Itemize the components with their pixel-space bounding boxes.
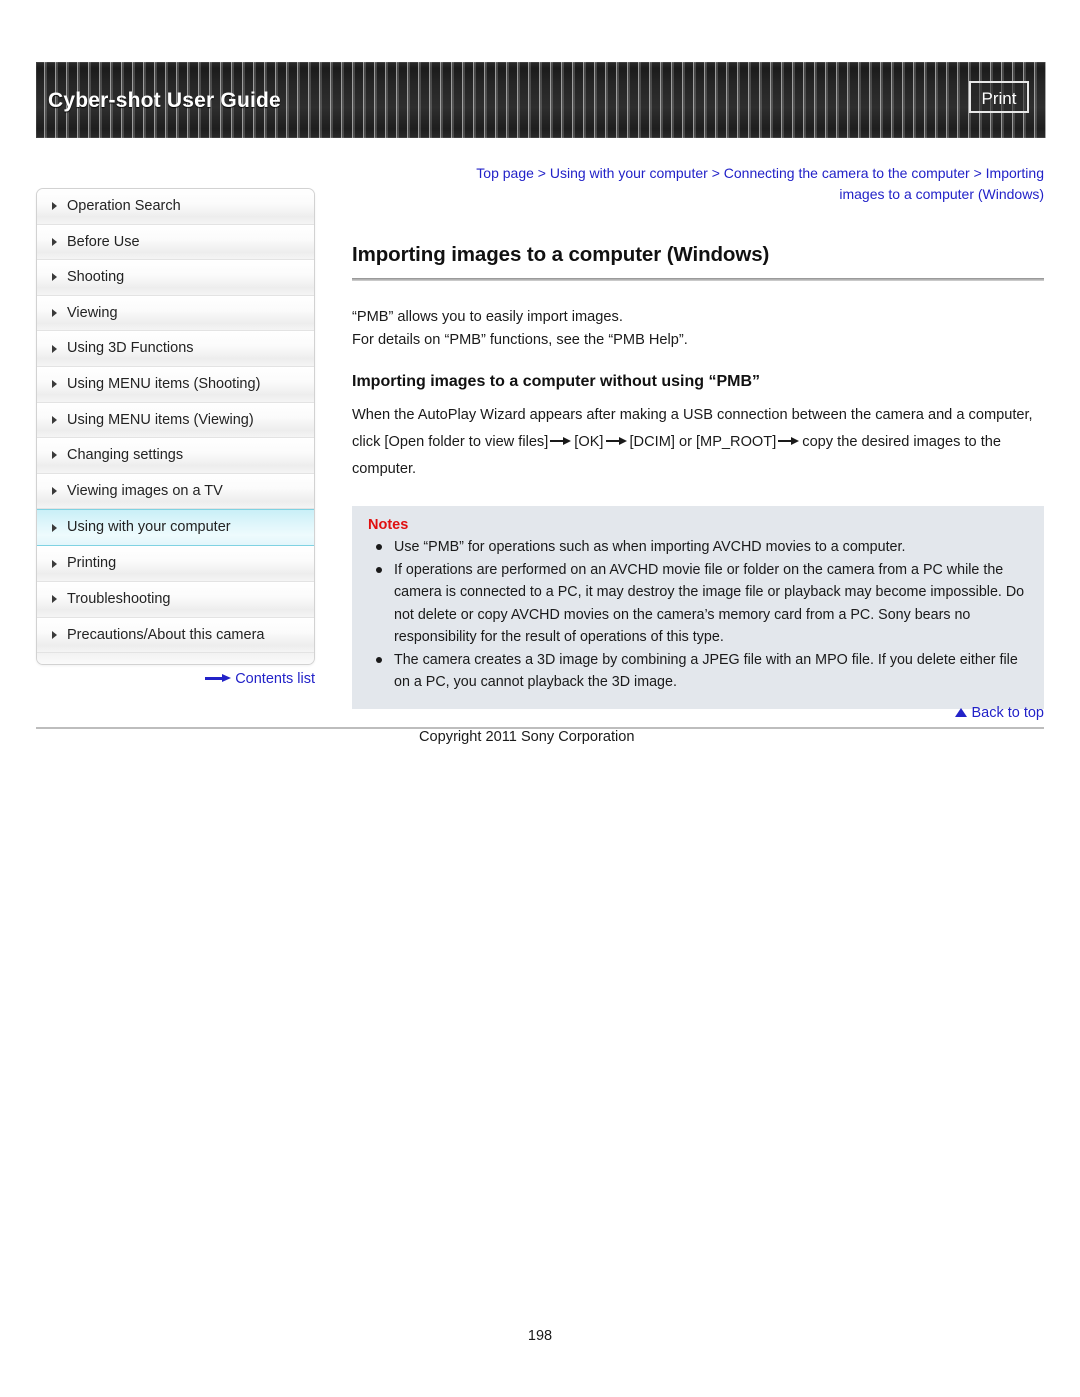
breadcrumb-line-2: images to a computer (Windows) xyxy=(839,186,1044,202)
triangle-bullet-icon xyxy=(52,595,57,604)
bullet-icon xyxy=(376,566,382,573)
sidebar-item-before-use[interactable]: Before Use xyxy=(37,224,314,261)
triangle-bullet-icon xyxy=(52,273,57,282)
copyright-text: Copyright 2011 Sony Corporation xyxy=(419,729,635,745)
page-root: Cyber-shot User Guide Print Operation Se… xyxy=(0,0,1080,1397)
sidebar-item-using-with-your-computer[interactable]: Using with your computer xyxy=(37,509,314,547)
sidebar-item-label: Shooting xyxy=(67,269,125,286)
intro-line-1: “PMB” allows you to easily import images… xyxy=(352,309,623,325)
breadcrumb[interactable]: Top page > Using with your computer > Co… xyxy=(352,163,1044,205)
sidebar-item-label: Using with your computer xyxy=(67,519,231,536)
sidebar-item-label: Troubleshooting xyxy=(67,590,171,607)
intro-line-2: For details on “PMB” functions, see the … xyxy=(352,331,688,348)
instructions-paragraph: When the AutoPlay Wizard appears after m… xyxy=(352,402,1044,483)
note-item-text: Use “PMB” for operations such as when im… xyxy=(394,539,906,555)
triangle-bullet-icon xyxy=(52,237,57,246)
sidebar-item-printing[interactable]: Printing xyxy=(37,546,314,582)
note-item-text: If operations are performed on an AVCHD … xyxy=(394,561,1025,646)
sidebar-item-troubleshooting[interactable]: Troubleshooting xyxy=(37,581,314,618)
contents-list-link[interactable]: Contents list xyxy=(36,671,315,687)
triangle-bullet-icon xyxy=(52,451,57,460)
right-arrow-icon xyxy=(205,673,232,683)
sidebar-item-label: Viewing xyxy=(67,304,118,321)
main-content: Top page > Using with your computer > Co… xyxy=(352,163,1044,709)
back-to-top-link[interactable]: Back to top xyxy=(352,705,1044,721)
sidebar-nav: Operation Search Before Use Shooting Vie… xyxy=(36,188,315,666)
triangle-bullet-icon xyxy=(52,559,57,568)
title-divider xyxy=(352,278,1044,281)
sidebar-bottom-padding xyxy=(37,653,314,665)
note-item: The camera creates a 3D image by combini… xyxy=(368,649,1028,694)
sidebar-item-operation-search[interactable]: Operation Search xyxy=(37,189,314,225)
up-triangle-icon xyxy=(955,708,968,717)
section-subheading: Importing images to a computer without u… xyxy=(352,373,761,390)
sidebar-item-label: Changing settings xyxy=(67,447,184,464)
sidebar-item-viewing[interactable]: Viewing xyxy=(37,295,314,332)
page-number: 198 xyxy=(527,1328,553,1344)
sidebar-item-label: Precautions/About this camera xyxy=(67,626,265,643)
sidebar-item-shooting[interactable]: Shooting xyxy=(37,260,314,296)
bullet-icon xyxy=(376,656,382,663)
sidebar-item-label: Operation Search xyxy=(67,198,181,214)
right-arrow-icon xyxy=(776,436,802,446)
sidebar-item-changing-settings[interactable]: Changing settings xyxy=(37,438,314,474)
sidebar-item-label: Before Use xyxy=(67,233,140,250)
sidebar-item-viewing-images-on-a-tv[interactable]: Viewing images on a TV xyxy=(37,473,314,510)
contents-list-label: Contents list xyxy=(235,671,315,687)
instructions-part-3: [DCIM] or [MP_ROOT] xyxy=(629,434,777,450)
sidebar-item-label: Using 3D Functions xyxy=(67,340,194,357)
print-button[interactable]: Print xyxy=(969,81,1029,113)
triangle-bullet-icon xyxy=(52,630,57,639)
site-header: Cyber-shot User Guide Print xyxy=(36,62,1046,138)
page-title: Importing images to a computer (Windows) xyxy=(352,243,770,266)
sidebar-item-label: Printing xyxy=(67,555,117,572)
instructions-part-2: [OK] xyxy=(574,434,604,450)
triangle-bullet-icon xyxy=(52,309,57,318)
right-arrow-icon xyxy=(548,436,574,446)
breadcrumb-line-1: Top page > Using with your computer > Co… xyxy=(476,165,1044,181)
notes-box: Notes Use “PMB” for operations such as w… xyxy=(352,506,1044,709)
sidebar-item-using-3d-functions[interactable]: Using 3D Functions xyxy=(37,331,314,367)
sidebar-item-precautions-about-this-camera[interactable]: Precautions/About this camera xyxy=(37,617,314,654)
note-item: If operations are performed on an AVCHD … xyxy=(368,559,1028,649)
sidebar-item-using-menu-items-viewing[interactable]: Using MENU items (Viewing) xyxy=(37,402,314,439)
notes-title: Notes xyxy=(368,517,409,533)
back-to-top-label: Back to top xyxy=(971,705,1044,721)
sidebar-item-using-menu-items-shooting[interactable]: Using MENU items (Shooting) xyxy=(37,366,314,403)
intro-text: “PMB” allows you to easily import images… xyxy=(352,306,1044,351)
sidebar-item-label: Using MENU items (Viewing) xyxy=(67,411,254,428)
note-item-text: The camera creates a 3D image by combini… xyxy=(394,651,1018,691)
triangle-bullet-icon xyxy=(52,487,57,496)
site-title: Cyber-shot User Guide xyxy=(48,89,281,112)
triangle-bullet-icon xyxy=(52,202,57,211)
right-arrow-icon xyxy=(604,436,630,446)
note-item: Use “PMB” for operations such as when im… xyxy=(368,536,1028,559)
triangle-bullet-icon xyxy=(52,415,57,424)
bullet-icon xyxy=(376,544,382,550)
triangle-bullet-icon xyxy=(52,344,57,353)
triangle-bullet-icon xyxy=(52,380,57,389)
sidebar-item-label: Using MENU items (Shooting) xyxy=(67,375,261,392)
triangle-bullet-icon xyxy=(52,523,57,532)
sidebar-item-label: Viewing images on a TV xyxy=(67,482,223,499)
